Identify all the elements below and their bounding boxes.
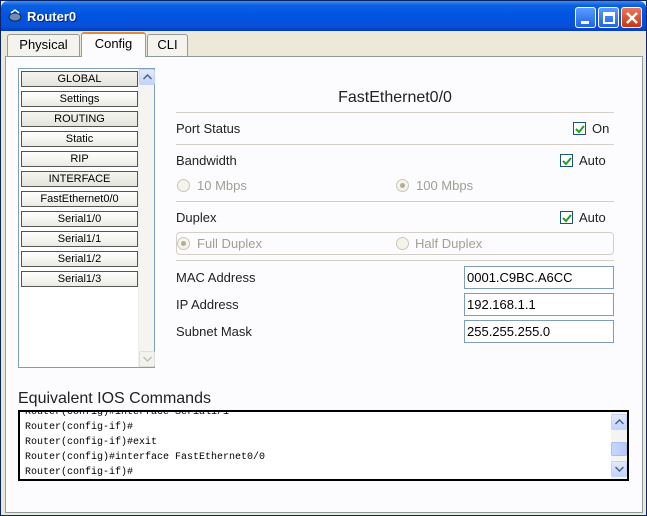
scroll-up-button[interactable] — [139, 69, 155, 85]
console-scroll-thumb[interactable] — [611, 442, 627, 456]
half-duplex-label: Half Duplex — [415, 236, 483, 251]
duplex-auto-checkbox[interactable] — [560, 211, 573, 224]
interface-title: FastEthernet0/0 — [338, 89, 452, 106]
sidebar-item-serial1-3[interactable]: Serial1/3 — [21, 271, 138, 287]
console-scroll-down-button[interactable] — [611, 461, 627, 477]
divider — [176, 201, 614, 202]
sidebar-item-serial1-1[interactable]: Serial1/1 — [21, 231, 138, 247]
console-line: Router(config)#interface FastEthernet0/0 — [25, 452, 266, 463]
radio-selected-dot — [400, 183, 405, 188]
sidebar-item-serial1-0[interactable]: Serial1/0 — [21, 211, 138, 227]
divider — [176, 144, 614, 145]
sidebar-section-routing[interactable]: ROUTING — [21, 111, 138, 127]
chevron-up-icon — [615, 419, 624, 425]
router-app-icon — [8, 9, 22, 22]
divider — [176, 112, 614, 113]
duplex-label: Duplex — [176, 210, 217, 225]
ip-address-field[interactable]: 192.168.1.1 — [464, 293, 614, 316]
console-line: Router(config-if)#exit — [25, 437, 158, 448]
divider — [176, 260, 614, 261]
mac-address-field[interactable]: 0001.C9BC.A6CC — [464, 266, 614, 289]
sidebar-list: GLOBAL Settings ROUTING Static RIP INTER… — [18, 68, 155, 368]
router-window: Router0 Physical Config CLI GLOBAL Setti… — [0, 0, 647, 516]
bandwidth-100-radio[interactable] — [396, 179, 409, 192]
bandwidth-100-label: 100 Mbps — [416, 178, 474, 193]
ip-address-label: IP Address — [176, 297, 239, 312]
ios-commands-console[interactable]: Router(config)#interface Serial1/1 Route… — [18, 410, 629, 481]
sidebar-item-static[interactable]: Static — [21, 131, 138, 147]
bandwidth-auto-label: Auto — [579, 153, 606, 168]
title-bar[interactable]: Router0 — [1, 1, 646, 31]
sidebar-section-global[interactable]: GLOBAL — [21, 71, 138, 87]
chevron-up-icon — [143, 74, 152, 80]
scroll-down-button[interactable] — [139, 351, 155, 367]
subnet-mask-label: Subnet Mask — [176, 324, 252, 339]
bandwidth-10-label: 10 Mbps — [197, 178, 247, 193]
maximize-icon — [603, 12, 615, 24]
console-lines: Router(config)#interface Serial1/1 Route… — [25, 410, 266, 479]
port-status-checkbox[interactable] — [573, 122, 586, 135]
chevron-down-icon — [615, 466, 624, 472]
sidebar-scrollbar[interactable] — [138, 69, 155, 367]
minimize-button[interactable] — [575, 7, 596, 28]
sidebar-item-rip[interactable]: RIP — [21, 151, 138, 167]
console-line: Router(config)#interface Serial1/1 — [25, 410, 230, 418]
port-status-label: Port Status — [176, 121, 241, 136]
full-duplex-label: Full Duplex — [197, 236, 263, 251]
port-status-on-label: On — [592, 121, 610, 136]
tab-config[interactable]: Config — [81, 32, 146, 57]
console-scrollbar[interactable] — [611, 412, 627, 479]
minimize-icon — [581, 21, 589, 24]
full-duplex-radio[interactable] — [177, 237, 190, 250]
mac-address-label: MAC Address — [176, 270, 256, 285]
chevron-down-icon — [143, 356, 152, 362]
console-line: Router(config-if)# — [25, 467, 134, 478]
ios-commands-title: Equivalent IOS Commands — [18, 390, 211, 407]
duplex-auto-label: Auto — [579, 210, 606, 225]
bandwidth-10-radio[interactable] — [177, 179, 190, 192]
checkmark-icon — [562, 157, 572, 166]
console-scroll-up-button[interactable] — [611, 414, 627, 430]
checkmark-icon — [562, 214, 572, 223]
maximize-button[interactable] — [598, 7, 619, 28]
sidebar-section-interface[interactable]: INTERFACE — [21, 171, 138, 187]
bandwidth-label: Bandwidth — [176, 153, 237, 168]
sidebar-item-fastethernet0-0[interactable]: FastEthernet0/0 — [21, 191, 138, 207]
window-title: Router0 — [27, 9, 77, 24]
close-icon — [626, 12, 638, 24]
tab-cli[interactable]: CLI — [147, 34, 188, 56]
close-button[interactable] — [621, 7, 642, 28]
sidebar-item-settings[interactable]: Settings — [21, 91, 138, 107]
console-line: Router(config-if)# — [25, 422, 134, 433]
bandwidth-auto-checkbox[interactable] — [560, 154, 573, 167]
subnet-mask-field[interactable]: 255.255.255.0 — [464, 320, 614, 343]
tab-physical[interactable]: Physical — [7, 34, 80, 56]
half-duplex-radio[interactable] — [396, 237, 409, 250]
checkmark-icon — [575, 125, 585, 134]
radio-selected-dot — [181, 241, 186, 246]
sidebar-item-serial1-2[interactable]: Serial1/2 — [21, 251, 138, 267]
